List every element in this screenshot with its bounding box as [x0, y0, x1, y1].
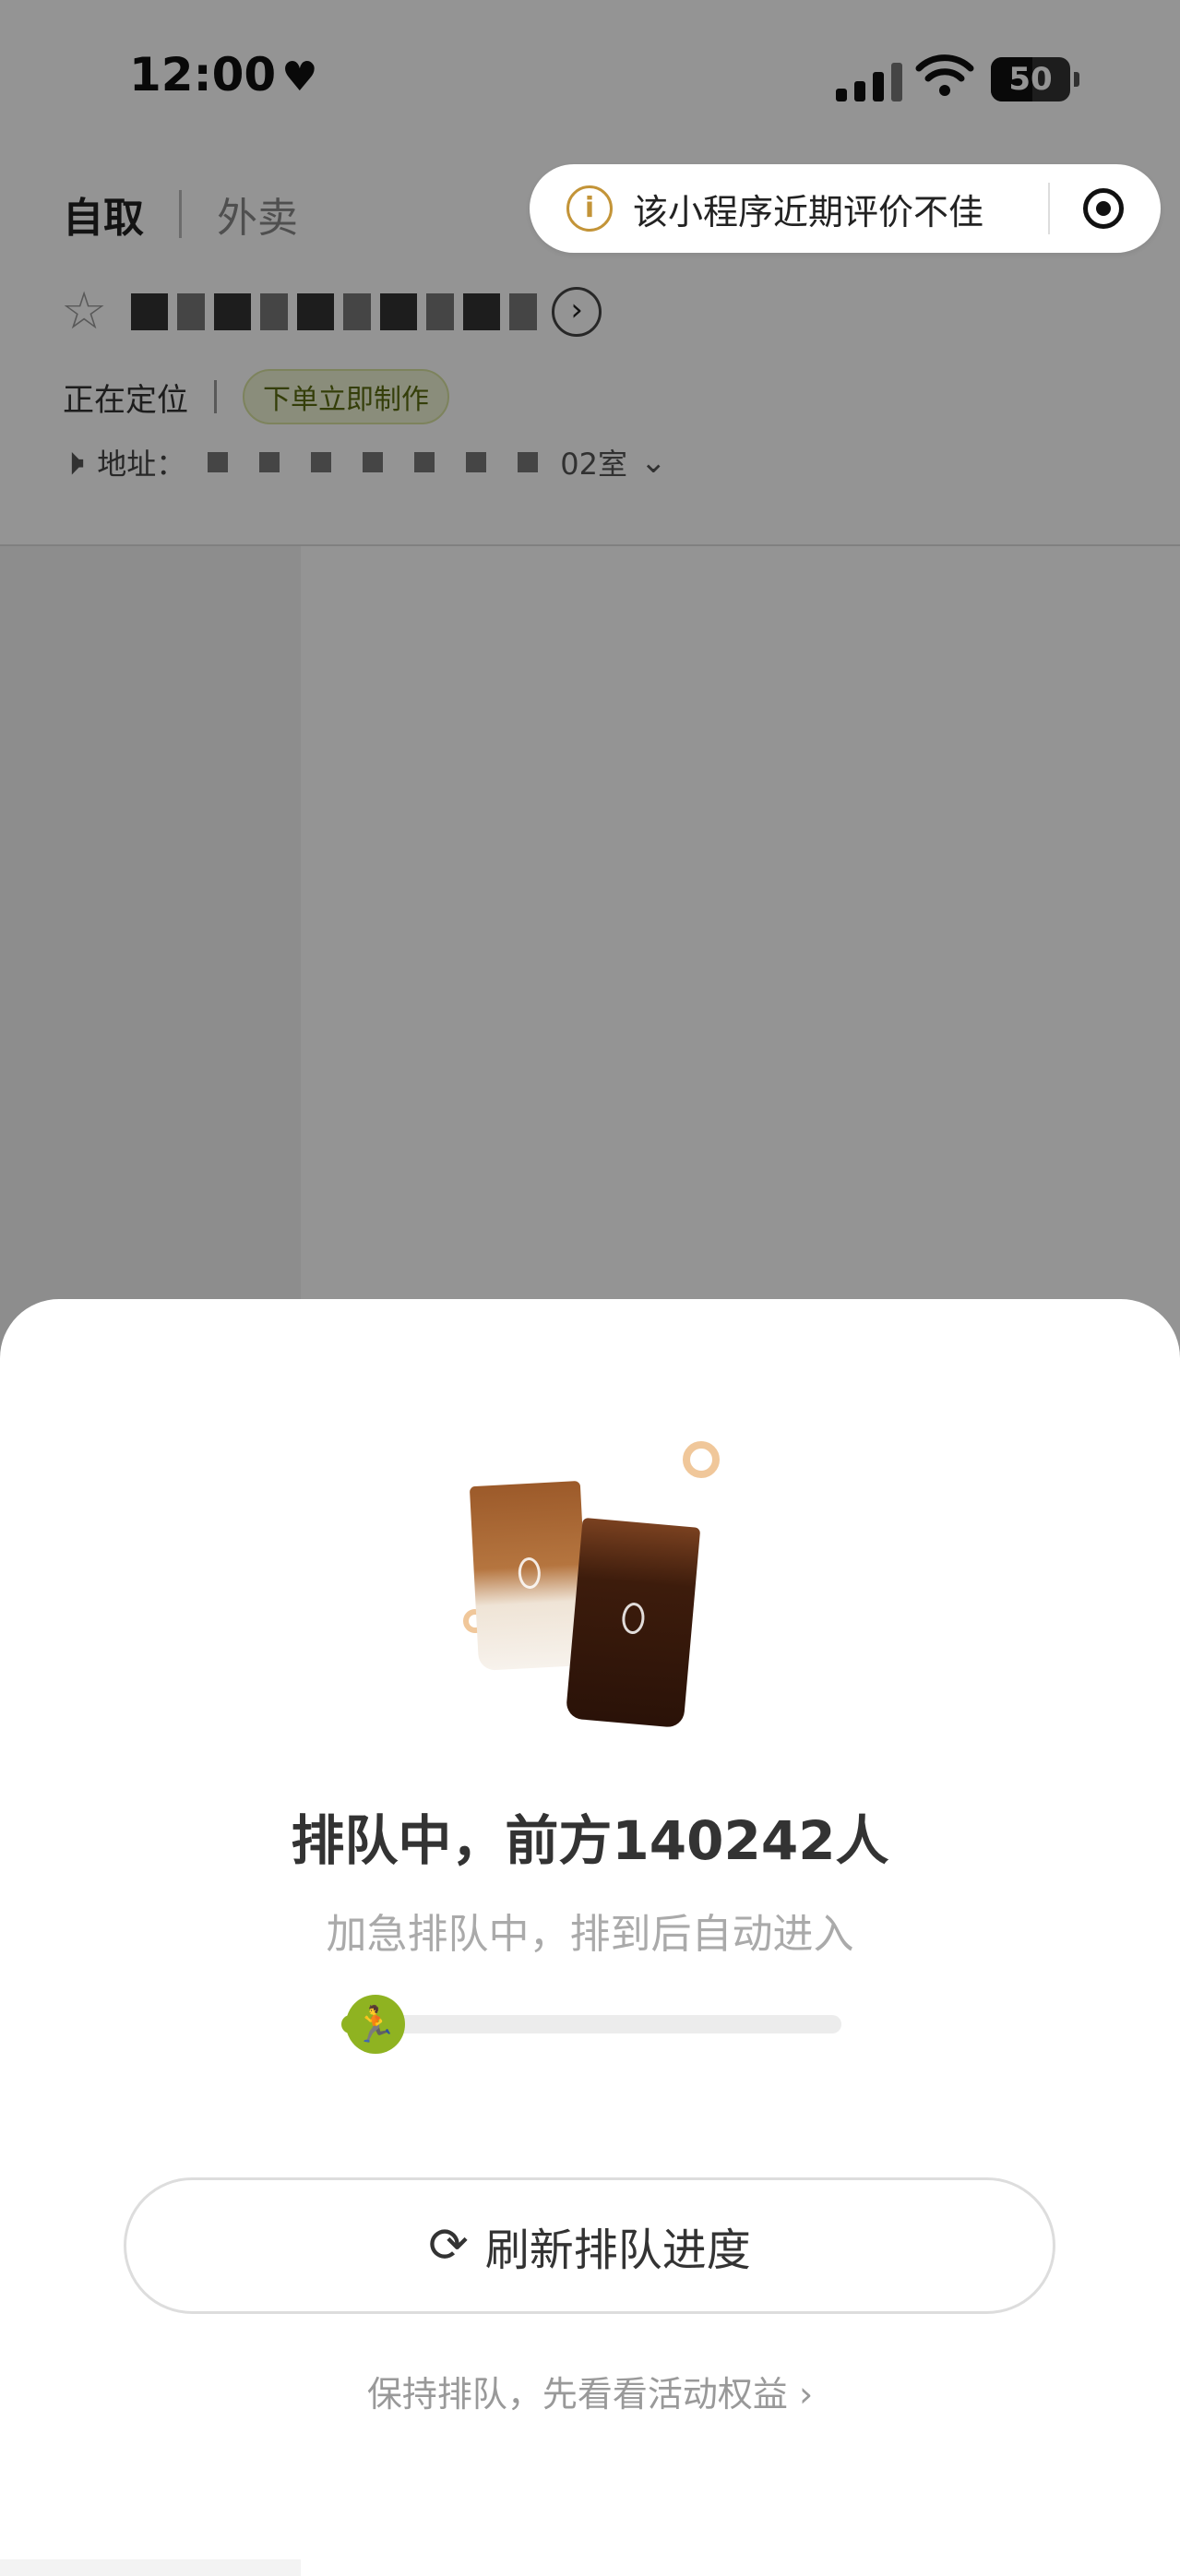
refresh-icon: ⟳ — [428, 2218, 469, 2273]
runner-icon: 🏃 — [346, 1995, 406, 2054]
queue-title: 排队中，前方140242人 — [291, 1809, 889, 1872]
queue-bottom-sheet: 排队中，前方140242人 加急排队中，排到后自动进入 🏃 ⟳ 刷新排队进度 保… — [0, 1299, 1180, 2559]
warning-divider — [1048, 183, 1050, 234]
queue-subtitle: 加急排队中，排到后自动进入 — [326, 1911, 854, 1958]
info-icon: i — [566, 185, 613, 232]
record-icon[interactable] — [1083, 188, 1124, 229]
iced-americano-image — [565, 1517, 701, 1729]
refresh-label: 刷新排队进度 — [484, 2224, 751, 2276]
view-benefits-link[interactable]: 保持排队，先看看活动权益 › — [0, 2366, 1180, 2416]
queue-progress-bar: 🏃 — [341, 1995, 841, 2054]
warning-text: 该小程序近期评价不佳 — [633, 191, 984, 233]
decor-ring-icon — [683, 1441, 720, 1478]
rating-warning-pill[interactable]: i 该小程序近期评价不佳 — [530, 164, 1161, 253]
refresh-queue-button[interactable]: ⟳ 刷新排队进度 — [124, 2177, 1055, 2314]
coffee-illustration — [452, 1439, 738, 1735]
